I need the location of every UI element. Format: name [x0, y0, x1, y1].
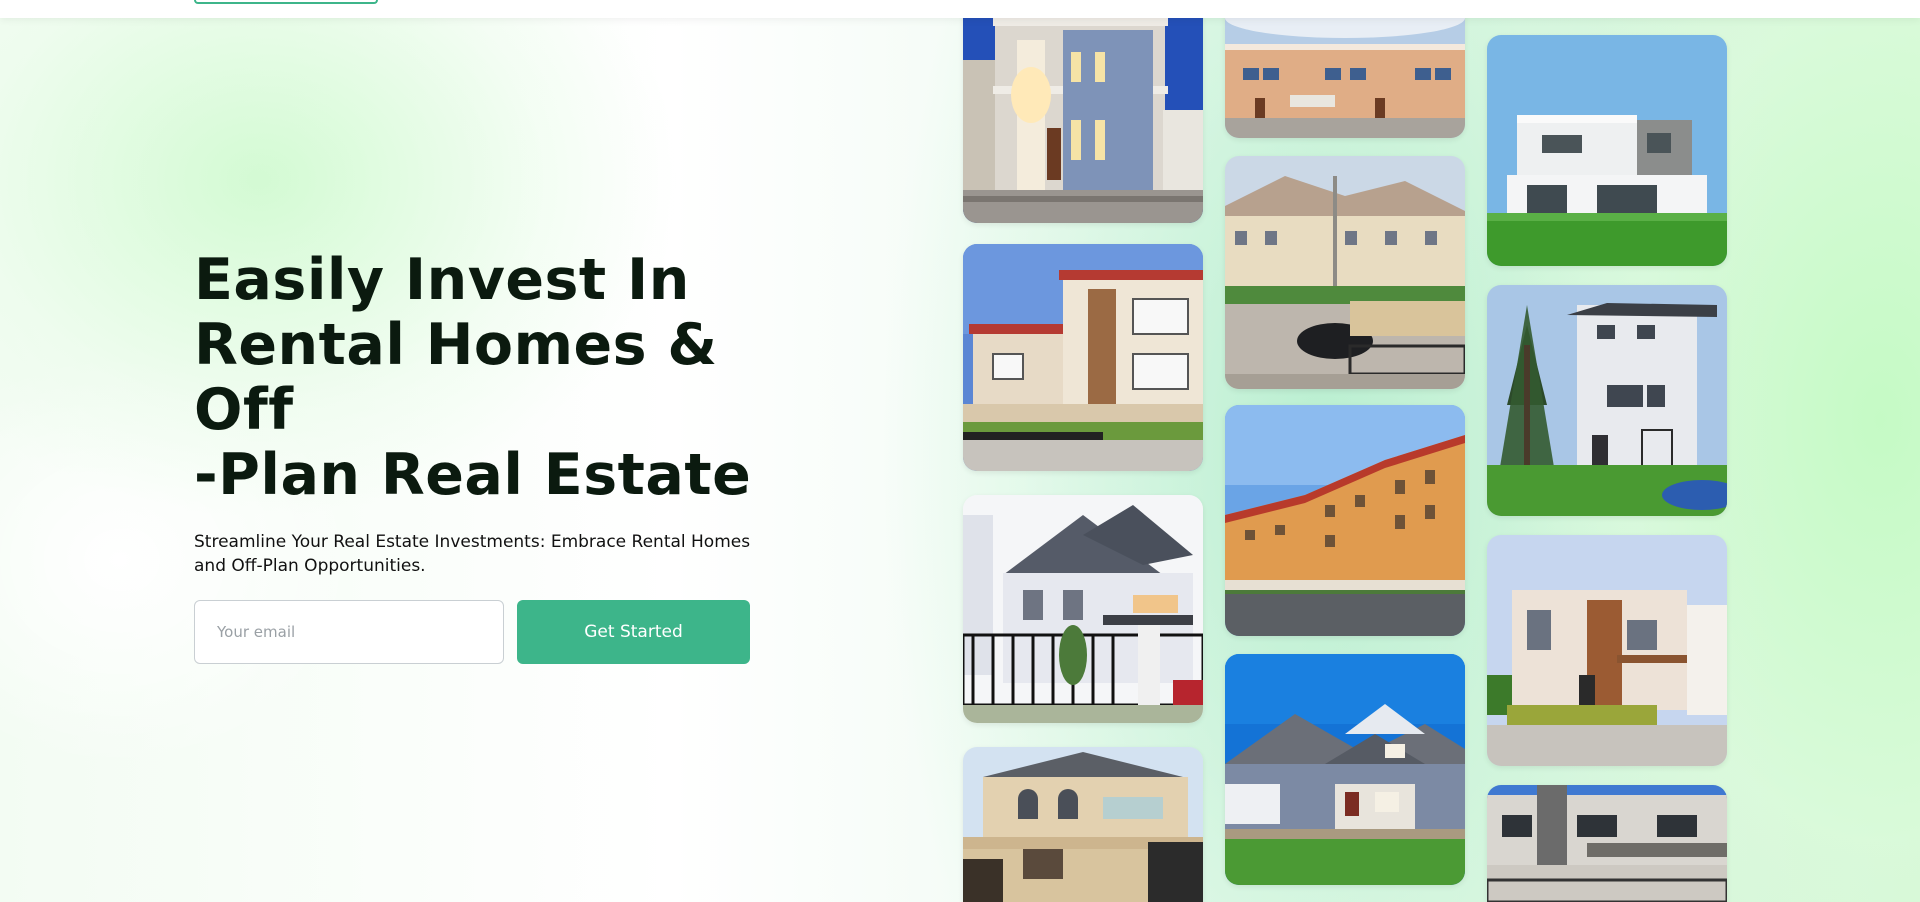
hero-title-line: Easily Invest In — [194, 247, 690, 313]
gallery-column-2 — [1225, 0, 1465, 902]
top-navbar — [0, 0, 1920, 18]
navbar-button-edge[interactable] — [194, 0, 378, 4]
gallery-column-1 — [963, 0, 1203, 902]
house-photo-two-story-villa-lit-night — [963, 0, 1203, 223]
house-photo-white-gray-roof-mansion — [963, 495, 1203, 723]
hero-title-line: -Plan Real Estate — [194, 442, 752, 508]
hero-title: Easily Invest In Rental Homes & Off -Pla… — [194, 248, 814, 508]
get-started-button[interactable]: Get Started — [517, 600, 750, 664]
signup-form: Get Started — [194, 600, 814, 664]
email-input[interactable] — [194, 600, 504, 664]
house-photo-white-modern-house-pine — [1487, 285, 1727, 516]
house-photo-blue-suburban-house — [1225, 654, 1465, 885]
house-photo-modern-white-villa-lawn — [1487, 35, 1727, 266]
house-photo-beige-house-gate — [963, 747, 1203, 902]
gallery-column-3 — [1487, 0, 1727, 902]
house-photo-cream-duplex-estate — [963, 244, 1203, 471]
hero-section: Easily Invest In Rental Homes & Off -Pla… — [194, 248, 814, 664]
hero-subtitle: Streamline Your Real Estate Investments:… — [194, 532, 751, 576]
house-photo-orange-apartment-blocks — [1225, 405, 1465, 636]
house-photo-row-houses-parked-car — [1225, 156, 1465, 389]
landing-page: Easily Invest In Rental Homes & Off -Pla… — [0, 0, 1920, 902]
hero-title-line: Rental Homes & Off — [194, 312, 718, 443]
house-photo-cream-modern-house-wood — [1487, 535, 1727, 766]
house-photo-orange-terrace-townhouses — [1225, 0, 1465, 138]
house-photo-gray-modern-duplex — [1487, 785, 1727, 902]
